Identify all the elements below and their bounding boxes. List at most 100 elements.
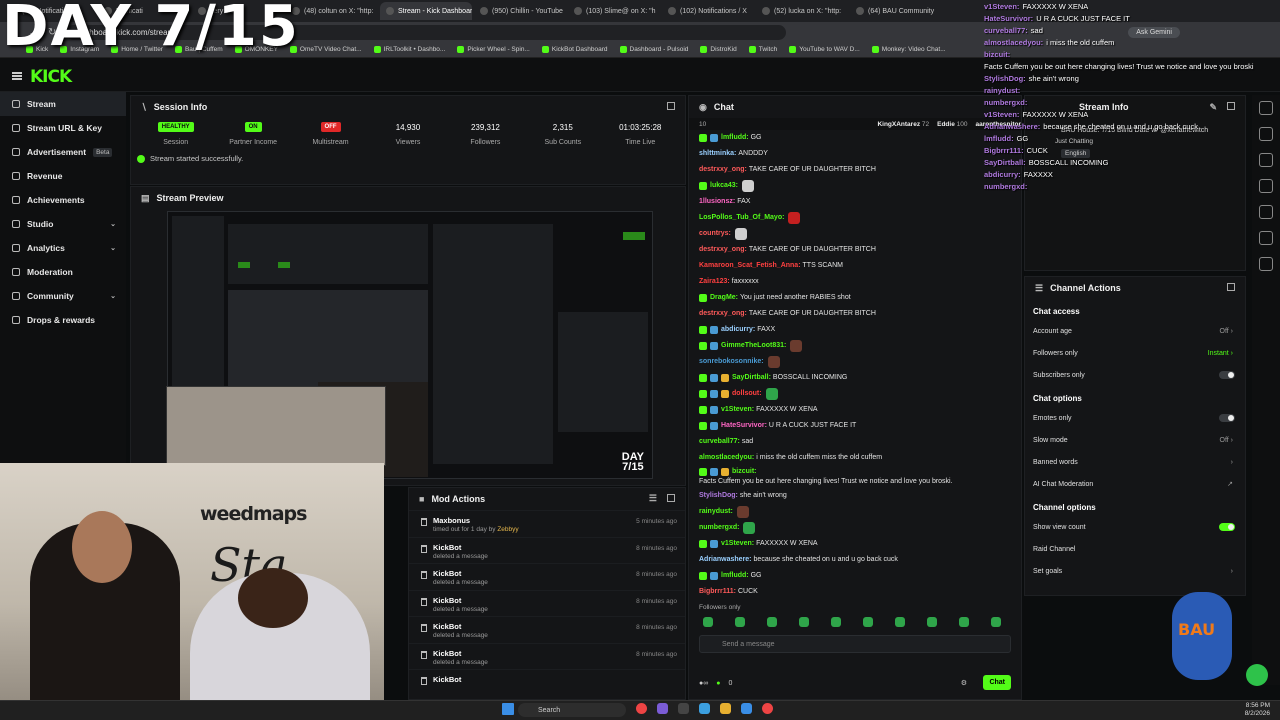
pinned-gifter[interactable]: KingXAntarez 72 xyxy=(877,121,929,128)
chevron-down-icon[interactable]: ⌄ xyxy=(110,244,116,252)
chat-username[interactable]: v1Steven: xyxy=(721,406,754,414)
quick-emote-icon[interactable] xyxy=(703,617,713,627)
chat-username[interactable]: destrxxy_ong: xyxy=(699,166,747,174)
bookmark-item[interactable]: IRLToolkit • Dashbo... xyxy=(373,46,445,53)
mod-action-user[interactable]: KickBot xyxy=(433,543,461,552)
popout-icon[interactable] xyxy=(667,494,675,502)
channel-option-emotes-only[interactable]: Emotes only xyxy=(1025,407,1245,429)
bookmark-item[interactable]: Dashboard - Pulsoid xyxy=(619,46,688,53)
external-link-icon[interactable]: ↗ xyxy=(1227,480,1233,488)
quick-emote-icon[interactable] xyxy=(927,617,937,627)
bookmark-item[interactable]: DistroKid xyxy=(700,46,737,53)
sidebar-item-achievements[interactable]: Achievements xyxy=(0,188,126,212)
menu-icon[interactable] xyxy=(12,72,22,80)
quick-emote-icon[interactable] xyxy=(831,617,841,627)
channel-option-account-age[interactable]: Account age Off › xyxy=(1025,320,1245,342)
filter-icon[interactable]: ☰ xyxy=(649,493,657,504)
chat-username[interactable]: Bigbrrr111: xyxy=(699,588,736,596)
mod-action-user[interactable]: KickBot xyxy=(433,569,461,578)
chat-username[interactable]: Kamaroon_Scat_Fetish_Anna: xyxy=(699,262,801,270)
chat-username[interactable]: bizcuit: xyxy=(732,468,757,476)
quick-emote-icon[interactable] xyxy=(991,617,1001,627)
info-icon[interactable] xyxy=(1259,101,1273,115)
list-icon[interactable] xyxy=(1259,179,1273,193)
popout-icon[interactable] xyxy=(667,102,675,110)
chat-username[interactable]: destrxxy_ong: xyxy=(699,246,747,254)
settings-icon[interactable]: ⚙ xyxy=(961,679,967,687)
chat-username[interactable]: countrys: xyxy=(699,230,731,238)
chat-icon[interactable] xyxy=(1259,205,1273,219)
chat-username[interactable]: lmfludd: xyxy=(721,572,749,580)
sidebar-item-studio[interactable]: Studio ⌄ xyxy=(0,212,126,236)
channel-option-slow-mode[interactable]: Slow mode Off › xyxy=(1025,429,1245,451)
channel-option-ai-chat-moderation[interactable]: AI Chat Moderation ↗ xyxy=(1025,473,1245,495)
chat-username[interactable]: numbergxd: xyxy=(699,524,739,532)
quick-emote-icon[interactable] xyxy=(959,617,969,627)
pinned-gifter[interactable]: Eddie 100 xyxy=(937,121,967,128)
shield-icon[interactable] xyxy=(1259,231,1273,245)
folder-icon[interactable] xyxy=(720,703,731,714)
mod-action-user[interactable]: Maxbonus xyxy=(433,516,470,525)
chrome-icon[interactable] xyxy=(636,703,647,714)
channel-option-set-goals[interactable]: Set goals › xyxy=(1025,560,1245,582)
browser-tab[interactable]: (950) Chillin - YouTube xyxy=(474,2,566,20)
quick-emote-icon[interactable] xyxy=(799,617,809,627)
chat-username[interactable]: shlttminka: xyxy=(699,150,736,158)
mod-action-user[interactable]: KickBot xyxy=(433,649,461,658)
taskbar-search[interactable]: Search xyxy=(518,703,626,717)
bookmark-item[interactable]: Picker Wheel - Spin... xyxy=(457,46,530,53)
mod-action-user[interactable]: KickBot xyxy=(433,675,461,684)
channel-option-raid-channel[interactable]: Raid Channel xyxy=(1025,538,1245,560)
chevron-down-icon[interactable]: ⌄ xyxy=(110,292,116,300)
bookmark-item[interactable]: OmeTV Video Chat... xyxy=(289,46,362,53)
chat-username[interactable]: lmfludd: xyxy=(721,134,749,142)
sidebar-item-moderation[interactable]: Moderation xyxy=(0,260,126,284)
sidebar-item-revenue[interactable]: Revenue xyxy=(0,164,126,188)
app-icon[interactable] xyxy=(699,703,710,714)
channel-option-subscribers-only[interactable]: Subscribers only xyxy=(1025,364,1245,386)
channel-option-banned-words[interactable]: Banned words › xyxy=(1025,451,1245,473)
chat-username[interactable]: rainydust: xyxy=(699,508,733,516)
bolt-icon[interactable] xyxy=(1259,153,1273,167)
bookmark-item[interactable]: Monkey: Video Chat... xyxy=(871,46,946,53)
chat-username[interactable]: LosPollos_Tub_Of_Mayo: xyxy=(699,214,784,222)
bookmark-item[interactable]: YouTube to WAV D... xyxy=(789,46,860,53)
chat-username[interactable]: DragMe: xyxy=(710,294,738,302)
chat-username[interactable]: SayDirtball: xyxy=(732,374,771,382)
channel-option-show-view-count[interactable]: Show view count xyxy=(1025,516,1245,538)
chat-username[interactable]: dollsout: xyxy=(732,390,762,398)
browser-tab[interactable]: (102) Notifications / X xyxy=(662,2,754,20)
chat-bubble-fab-icon[interactable] xyxy=(1246,664,1268,686)
chat-username[interactable]: lukca43: xyxy=(710,182,738,190)
browser-tab[interactable]: Stream - Kick Dashboar xyxy=(380,2,472,20)
bookmark-item[interactable]: KickBot Dashboard xyxy=(541,46,608,53)
chat-send-button[interactable]: Chat xyxy=(983,675,1011,690)
app-icon[interactable] xyxy=(678,703,689,714)
chat-username[interactable]: sonrebokosonnike: xyxy=(699,358,764,366)
sidebar-item-community[interactable]: Community ⌄ xyxy=(0,284,126,308)
channel-option-followers-only[interactable]: Followers only Instant › xyxy=(1025,342,1245,364)
quick-emote-icon[interactable] xyxy=(735,617,745,627)
chat-username[interactable]: abdicurry: xyxy=(721,326,755,334)
sidebar-item-stream[interactable]: Stream xyxy=(0,92,126,116)
chat-username[interactable]: Adrianwashere: xyxy=(699,556,752,564)
chat-username[interactable]: v1Steven: xyxy=(721,540,754,548)
tool-icon[interactable] xyxy=(1259,257,1273,271)
browser-tab[interactable]: (64) BAU Community xyxy=(850,2,942,20)
sidebar-item-analytics[interactable]: Analytics ⌄ xyxy=(0,236,126,260)
toggle-switch[interactable] xyxy=(1219,414,1235,422)
sidebar-item-stream-url-key[interactable]: Stream URL & Key xyxy=(0,116,126,140)
points-icon[interactable]: ●∞ xyxy=(699,680,708,687)
browser-tab[interactable]: (103) Slime@ on X: "h xyxy=(568,2,660,20)
grid-icon[interactable] xyxy=(1259,127,1273,141)
quick-emote-icon[interactable] xyxy=(767,617,777,627)
mod-action-user[interactable]: KickBot xyxy=(433,622,461,631)
discord-icon[interactable] xyxy=(657,703,668,714)
mod-action-moderator[interactable]: Zebbyy xyxy=(497,526,518,533)
chat-username[interactable]: StylishDog: xyxy=(699,492,738,500)
mod-action-user[interactable]: KickBot xyxy=(433,596,461,605)
sidebar-item-advertisement[interactable]: Advertisement Beta xyxy=(0,140,126,164)
chat-username[interactable]: almostlacedyou: xyxy=(699,454,754,462)
windows-start-icon[interactable] xyxy=(502,703,514,715)
kick-logo[interactable]: KICK xyxy=(30,67,72,87)
